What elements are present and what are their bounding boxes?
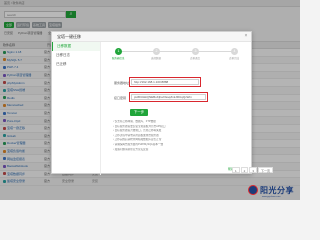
pagination: 1 2 3 下一页	[232, 167, 274, 173]
migration-dialog: 宝塔一键迁移 × 迁移数据 迁移日志 已迁移 1 2 3 4 服务器信息 选择数…	[51, 31, 252, 175]
step-indicator: 1 2 3 4 服务器信息 选择数据 迁移进度 迁移完成	[112, 47, 244, 60]
dialog-sidebar: 迁移数据 迁移日志 已迁移	[52, 42, 101, 175]
next-step-button[interactable]: 下一步	[130, 109, 148, 116]
step-1-dot: 1	[115, 48, 122, 55]
api-key-highlight	[129, 92, 208, 102]
panel-address-label: 服务器地址	[114, 81, 130, 85]
step-4-dot: 4	[231, 48, 238, 55]
api-key-label: 接口密钥	[114, 96, 127, 100]
watermark-sub: www.yg-share.com	[262, 196, 281, 198]
panel-address-highlight	[129, 77, 201, 87]
side-item-done[interactable]: 已迁移	[52, 60, 100, 69]
page-button[interactable]: 下一页	[258, 167, 274, 173]
step-2-label: 选择数据	[151, 57, 162, 60]
step-2-dot: 2	[153, 48, 160, 55]
page-button[interactable]: 3	[249, 167, 258, 173]
page-button[interactable]: 2	[240, 167, 249, 173]
step-4-label: 迁移完成	[229, 57, 240, 60]
page-button[interactable]: 1	[232, 167, 240, 173]
close-icon[interactable]: ×	[243, 33, 249, 39]
screen: 首页 / 软件商店 search ⌕ 全部 运行环境 系统工具 宝塔插件 已安装…	[0, 0, 300, 200]
tip-item: 如遇问题请前往官方论坛反馈	[113, 148, 248, 153]
side-item-migrate[interactable]: 迁移数据	[52, 42, 100, 51]
watermark-logo-icon	[248, 185, 258, 195]
step-1-label: 服务器信息	[112, 57, 125, 60]
watermark: 阳光分享 www.yg-share.com	[248, 182, 298, 198]
dialog-title: 宝塔一键迁移	[57, 34, 81, 39]
step-3-label: 迁移进度	[190, 57, 201, 60]
tips-list: 仅支持迁移网站、数据库、FTP数据 目标服务器需要安装宝塔面板并开启API接口 …	[113, 120, 248, 152]
dialog-header: 宝塔一键迁移 ×	[52, 32, 251, 42]
step-3-dot: 3	[192, 48, 199, 55]
watermark-text: 阳光分享	[260, 184, 294, 195]
side-item-log[interactable]: 迁移日志	[52, 51, 100, 60]
step-track	[119, 51, 237, 52]
